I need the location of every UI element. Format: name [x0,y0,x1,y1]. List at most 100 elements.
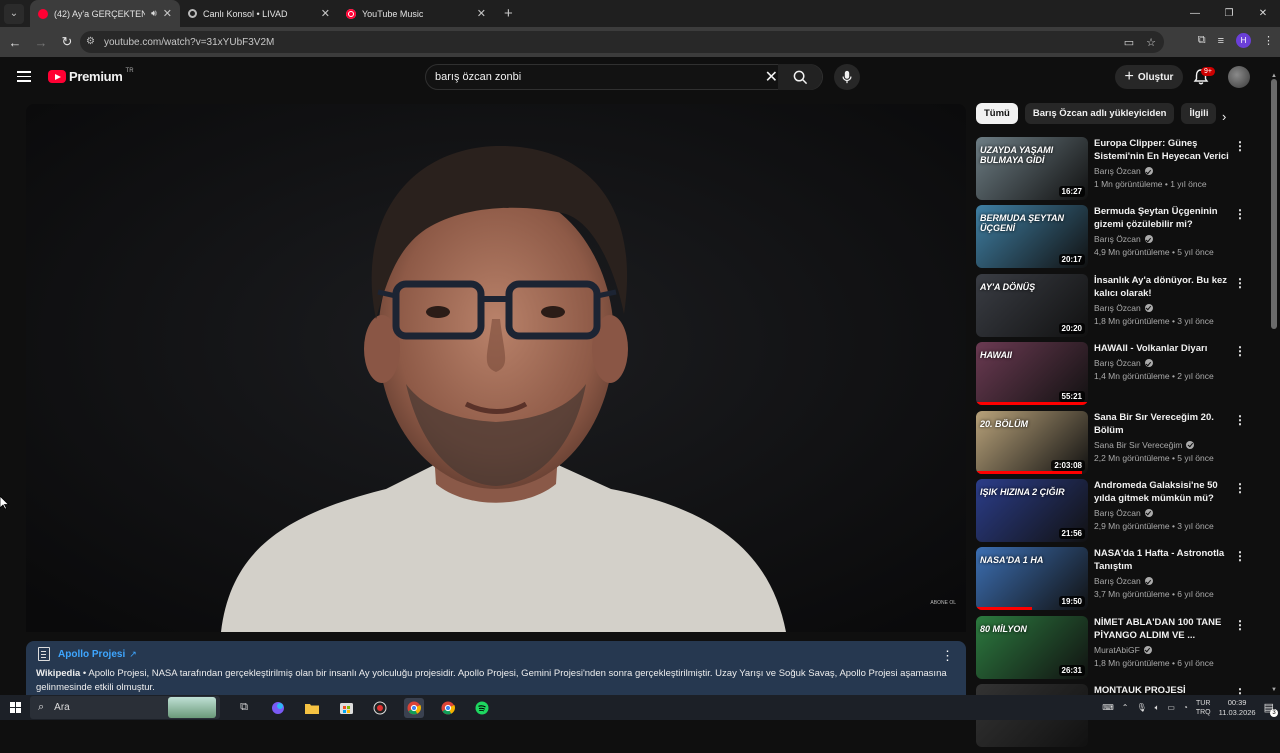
close-tab-icon[interactable]: ✕ [477,7,486,20]
search-box[interactable]: barış özcan zonbi ✕ [425,64,823,90]
start-button[interactable] [0,702,30,713]
video-thumbnail[interactable]: AY'A DÖNÜŞ 20:20 [976,273,1088,337]
more-actions-icon[interactable]: ⋮ [1234,276,1246,290]
keyboard-icon[interactable]: ⌨ [1102,703,1114,712]
notification-center-icon[interactable]: ▤ 3 [1264,701,1278,717]
more-actions-icon[interactable]: ⋮ [1234,413,1246,427]
restore-icon[interactable]: ❐ [1212,0,1246,27]
subscribe-watermark[interactable]: ABONE OL [930,600,956,606]
page-scrollbar[interactable]: ▲ ▼ [1268,57,1280,695]
more-actions-icon[interactable]: ⋮ [1234,207,1246,221]
media-controls-icon[interactable]: ≡ [1218,35,1224,47]
video-thumbnail[interactable]: BERMUDA ŞEYTAN ÜÇGENİ 20:17 [976,205,1088,269]
tab-youtube-music[interactable]: YouTube Music ✕ [338,0,494,27]
video-title[interactable]: Bermuda Şeytan Üçgeninin gizemi çözülebi… [1094,205,1229,231]
video-thumbnail[interactable]: UZAYDA YAŞAMI BULMAYA GİDİ 16:27 [976,137,1088,200]
microphone-tray-icon[interactable]: 🎙︎ [1136,703,1146,712]
more-actions-icon[interactable]: ⋮ [1234,139,1246,153]
volume-icon[interactable]: 🔈︎ [1155,703,1160,713]
rec-app-icon[interactable] [370,698,390,718]
create-button[interactable]: + Oluştur [1115,65,1183,89]
more-actions-icon[interactable]: ⋮ [1234,618,1246,632]
chrome-profile-icon[interactable] [438,698,458,718]
channel-name[interactable]: Barış Özcan [1094,358,1141,368]
search-button[interactable] [778,64,822,90]
forward-arrow-icon[interactable]: → [30,35,52,50]
channel-name[interactable]: Sana Bir Sır Vereceğim [1094,440,1182,450]
extensions-icon[interactable]: ⧉ [1198,34,1206,47]
network-icon[interactable]: ▭ [1167,703,1175,712]
video-title[interactable]: NASA'da 1 Hafta - Astronotla Tanıştım [1094,547,1229,573]
recommendation-item[interactable]: NASA'DA 1 HA 19:50 NASA'da 1 Hafta - Astro… [976,547,1256,615]
youtube-premium-logo[interactable]: Premium TR [48,68,134,84]
video-title[interactable]: Europa Clipper: Güneş Sistemi'nin En Hey… [1094,137,1229,163]
chrome-active-icon[interactable] [404,697,424,718]
more-options-icon[interactable]: ⋮ [941,648,954,664]
clear-search-icon[interactable]: ✕ [765,67,778,87]
video-thumbnail[interactable]: NASA'DA 1 HA 19:50 [976,547,1088,611]
battery-icon[interactable]: ◔ [1183,703,1188,712]
close-tab-icon[interactable]: ✕ [163,7,172,20]
info-card-link[interactable]: Apollo Projesi [58,649,125,660]
video-title[interactable]: İnsanlık Ay'a dönüyor. Bu kez kalıcı ola… [1094,274,1229,300]
hamburger-menu-icon[interactable] [17,71,31,82]
video-title[interactable]: Sana Bir Sır Vereceğim 20. Bölüm [1094,411,1229,437]
video-title[interactable]: HAWAII - Volkanlar Diyarı [1094,342,1229,355]
video-thumbnail[interactable]: HAWAII 55:21 [976,342,1088,406]
bookmark-star-icon[interactable]: ☆ [1146,36,1156,49]
channel-name[interactable]: Barış Özcan [1094,166,1141,176]
new-tab-button[interactable]: + [504,5,513,22]
scroll-down-icon[interactable]: ▼ [1271,687,1277,693]
channel-name[interactable]: Barış Özcan [1094,303,1141,313]
tab-livad[interactable]: Canlı Konsol • LIVAD ✕ [180,0,338,27]
chip-related[interactable]: İlgili [1181,103,1217,124]
site-info-icon[interactable]: ⚙ [86,36,98,48]
video-title[interactable]: Andromeda Galaksisi'ne 50 yılda gitmek m… [1094,479,1229,505]
video-thumbnail[interactable]: 20. BÖLÜM 2:03:08 [976,410,1088,474]
tab-search-button[interactable]: ⌄ [4,3,24,24]
recommendation-item[interactable]: BERMUDA ŞEYTAN ÜÇGENİ 20:17 Bermuda Şeytan… [976,205,1256,273]
more-actions-icon[interactable]: ⋮ [1234,344,1246,358]
search-input[interactable]: barış özcan zonbi [435,71,521,83]
profile-avatar[interactable]: H [1236,33,1251,48]
task-view-icon[interactable]: ⧉ [234,698,254,718]
chip-from-uploader[interactable]: Barış Özcan adlı yükleyiciden [1024,103,1175,124]
recommendation-item[interactable]: AY'A DÖNÜŞ 20:20 İnsanlık Ay'a dönüyor. Bu… [976,273,1256,342]
install-app-icon[interactable]: ▭ [1124,36,1134,49]
video-title[interactable]: NİMET ABLA'DAN 100 TANE PİYANGO ALDIM VE… [1094,616,1229,642]
voice-search-button[interactable] [834,64,860,90]
spotify-icon[interactable] [472,698,492,718]
taskbar-search[interactable]: ⌕ Ara [30,696,220,719]
copilot-icon[interactable] [268,698,288,718]
external-link-icon[interactable]: ↗ [129,649,137,660]
address-bar[interactable]: ⚙ youtube.com/watch?v=31xYUbF3V2M ▭ ☆ [80,31,1164,53]
channel-name[interactable]: Barış Özcan [1094,234,1141,244]
account-avatar[interactable] [1228,66,1250,88]
recommendation-item[interactable]: HAWAII 55:21 HAWAII - Volkanlar Diyarı Barı… [976,342,1256,410]
language-indicator[interactable]: TUR TRQ [1196,699,1211,717]
file-explorer-icon[interactable] [302,698,322,718]
recommendation-item[interactable]: 80 MİLYON 26:31 NİMET ABLA'DAN 100 TANE Pİ… [976,615,1256,684]
video-thumbnail[interactable]: IŞIK HIZINA 2 ÇIĞIR 21:56 [976,478,1088,542]
scrollbar-thumb[interactable] [1271,79,1277,329]
video-thumbnail[interactable]: 80 MİLYON 26:31 [976,615,1088,679]
chevron-right-icon[interactable]: › [1222,109,1226,124]
channel-name[interactable]: Barış Özcan [1094,508,1141,518]
microsoft-store-icon[interactable] [336,698,356,718]
chip-all[interactable]: Tümü [976,103,1018,124]
more-actions-icon[interactable]: ⋮ [1234,481,1246,495]
reload-icon[interactable]: ↻ [56,34,78,50]
close-tab-icon[interactable]: ✕ [321,7,330,20]
recommendation-item[interactable]: IŞIK HIZINA 2 ÇIĞIR 21:56 Andromeda Galaks… [976,478,1256,547]
speaker-icon[interactable]: 🔊︎ [151,8,157,19]
recommendation-item[interactable]: UZAYDA YAŞAMI BULMAYA GİDİ 16:27 Europa Cl… [976,137,1256,205]
more-actions-icon[interactable]: ⋮ [1234,549,1246,563]
minimize-icon[interactable]: — [1178,0,1212,27]
close-window-icon[interactable]: ✕ [1246,0,1280,27]
video-player[interactable]: ABONE OL [26,104,966,632]
channel-name[interactable]: MuratAbiGF [1094,645,1140,655]
recommendation-item[interactable]: 20. BÖLÜM 2:03:08 Sana Bir Sır Vereceğim 2… [976,410,1256,479]
tab-youtube-video[interactable]: (42) Ay'a GERÇEKTEN gidild 🔊︎ ✕ [30,0,180,27]
channel-name[interactable]: Barış Özcan [1094,576,1141,586]
clock[interactable]: 00:39 11.03.2026 [1219,698,1256,718]
